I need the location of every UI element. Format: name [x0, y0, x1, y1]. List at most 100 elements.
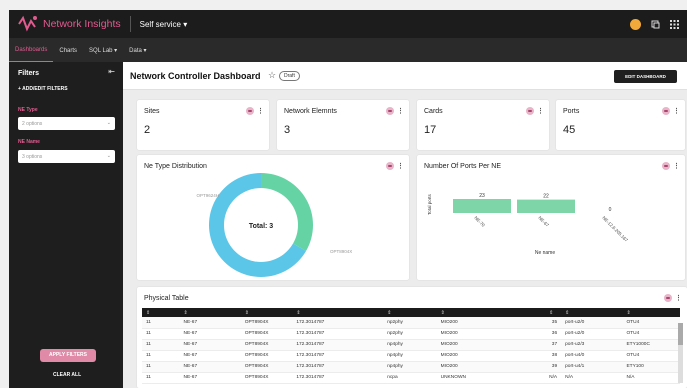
table-cell: 172.3014787 — [292, 328, 384, 340]
column-header-8[interactable]: ⇕ — [561, 308, 623, 317]
self-service-label: Self service — [139, 19, 181, 29]
table-cell: np4phy — [383, 339, 437, 351]
kpi-card-ports: Ports 45 ⋮ — [556, 100, 685, 150]
table-row[interactable]: 11 NE-67 OPT8904X 172.3014787 np2phy MIO200 36… — [142, 328, 680, 340]
table-cell: MIO200 — [436, 361, 546, 373]
kpi-title: Sites — [144, 108, 160, 115]
self-service-menu[interactable]: Self service ▾ — [140, 20, 188, 29]
tab-dashboards[interactable]: Dashboards — [9, 47, 54, 62]
table-row[interactable]: 11 NE-67 OPT8904X 172.3014787 np4phy MIO200 37… — [142, 339, 680, 351]
column-header-5[interactable]: ⇕ — [383, 308, 437, 317]
bar[interactable] — [453, 199, 511, 213]
table-row[interactable]: 11 NE-67 OPT8904X 172.3014787 np2phy MIO200 35… — [142, 317, 680, 329]
apps-grid-icon[interactable] — [670, 19, 679, 29]
table-cell: OTU4 — [622, 350, 680, 362]
dashboard-title: Network Controller Dashboard — [130, 71, 261, 81]
table-row[interactable]: 11 NE-67 OPT8904X 172.3014787 ncpa UNKNOWN N/A… — [142, 372, 680, 384]
more-options-icon[interactable]: ⋮ — [397, 107, 404, 115]
table-cell: ETY100 — [622, 361, 680, 373]
table-header-row: ⇕ ⇕ ⇕ ⇕ ⇕ ⇕ ⇕ ⇕ ⇕ — [142, 308, 680, 317]
y-axis-label: Total ports — [427, 193, 432, 215]
table-scrollbar-thumb[interactable] — [678, 323, 683, 345]
donut-slice-opt9624h[interactable] — [261, 173, 314, 251]
chart-action-icon[interactable] — [662, 107, 670, 115]
table-cell: NE-67 — [179, 328, 241, 340]
ne-name-select-placeholder: 3 options — [22, 154, 43, 160]
donut-slice-label: OPT9624H — [196, 193, 219, 198]
table-cell: N/A — [622, 372, 680, 384]
table-cell: np2phy — [383, 317, 437, 329]
table-cell: 11 — [142, 328, 180, 340]
table-cell: np2phy — [383, 328, 437, 340]
column-header-9[interactable]: ⇕ — [622, 308, 680, 317]
table-cell: 35 — [545, 317, 562, 329]
table-cell: MIO200 — [436, 350, 546, 362]
chart-action-icon[interactable] — [526, 107, 534, 115]
column-header-6[interactable]: ⇕ — [436, 308, 546, 317]
table-cell: N/A — [545, 372, 562, 384]
more-options-icon[interactable]: ⋮ — [675, 294, 682, 302]
network-insights-logo-icon[interactable] — [18, 15, 38, 33]
more-options-icon[interactable]: ⋮ — [257, 107, 264, 115]
bar-chart: Total ports 23 NE-70 22 NE-67 0 NE-12.6.205.16… — [427, 193, 629, 256]
notifications-icon[interactable] — [651, 20, 660, 29]
table-cell: 37 — [545, 339, 562, 351]
table-row[interactable]: 11 NE-67 OPT8904X 172.3014787 np4phy MIO200 38… — [142, 350, 680, 362]
ne-type-select[interactable]: 2 options ⌄ — [18, 117, 115, 130]
donut-chart: Total: 3 OPT9624H OPT8904X — [196, 173, 352, 277]
table-cell: port-u2/0 — [561, 317, 623, 329]
x-axis-label: Ne name — [535, 250, 556, 256]
column-header-3[interactable]: ⇕ — [240, 308, 293, 317]
favorite-star-icon[interactable]: ☆ — [268, 70, 276, 81]
column-header-1[interactable]: ⇕ — [142, 308, 180, 317]
tab-charts[interactable]: Charts — [53, 48, 83, 62]
draft-badge[interactable]: Draft — [279, 71, 300, 81]
bar[interactable] — [517, 199, 575, 213]
bar-value-label: 0 — [609, 207, 612, 213]
column-header-4[interactable]: ⇕ — [292, 308, 384, 317]
table-cell: port-u2/3 — [561, 339, 623, 351]
column-header-7[interactable]: ⇕ — [545, 308, 562, 317]
chart-action-icon[interactable] — [386, 107, 394, 115]
more-options-icon[interactable]: ⋮ — [537, 107, 544, 115]
table-cell: 172.3014787 — [292, 317, 384, 329]
table-scrollbar[interactable] — [678, 323, 683, 383]
bar-value-label: 23 — [479, 193, 485, 199]
ne-name-select[interactable]: 3 options ⌄ — [18, 150, 115, 163]
dashboard-header: Network Controller Dashboard ☆ Draft EDI… — [123, 62, 687, 90]
user-avatar[interactable] — [630, 18, 641, 30]
more-options-icon[interactable]: ⋮ — [673, 107, 680, 115]
filter-label-ne-type: NE Type — [18, 107, 38, 113]
table-row[interactable]: 11 NE-67 OPT8904X 172.3014787 np4phy MIO200 39… — [142, 361, 680, 373]
chevron-down-icon: ⌄ — [106, 153, 111, 159]
donut-slice-label: OPT8904X — [330, 249, 352, 254]
chart-action-icon[interactable] — [246, 107, 254, 115]
chart-action-icon[interactable] — [664, 294, 672, 302]
table-cell: port-u4/0 — [561, 350, 623, 362]
table-cell: OPT8904X — [240, 328, 293, 340]
table-cell: ETY1000C — [622, 339, 680, 351]
tab-data[interactable]: Data ▾ — [123, 47, 152, 62]
apply-filters-button[interactable]: APPLY FILTERS — [40, 349, 96, 362]
brand-title[interactable]: Network Insights — [43, 18, 121, 30]
ne-type-distribution-card: Ne Type Distribution ⋮ Total: 3 OPT9624H… — [137, 155, 409, 280]
collapse-sidebar-icon[interactable]: ⇤ — [108, 67, 115, 76]
table-cell: NE-67 — [179, 317, 241, 329]
clear-all-button[interactable]: CLEAR ALL — [53, 372, 81, 378]
table-cell: NE-67 — [179, 372, 241, 384]
add-edit-filters-button[interactable]: + ADD/EDIT FILTERS — [18, 86, 68, 92]
table-cell: OTU4 — [622, 328, 680, 340]
kpi-title: Ports — [563, 108, 580, 115]
table-cell: 172.3014787 — [292, 361, 384, 373]
edit-dashboard-button[interactable]: EDIT DASHBOARD — [614, 70, 677, 83]
table-cell: port-u2/0 — [561, 328, 623, 340]
table-cell: OPT8904X — [240, 361, 293, 373]
table-body: 11 NE-67 OPT8904X 172.3014787 np2phy MIO200 35… — [142, 317, 680, 384]
table-cell: 36 — [545, 328, 562, 340]
table-cell: OPT8904X — [240, 372, 293, 384]
filters-title: Filters — [18, 70, 40, 77]
tab-sql-lab[interactable]: SQL Lab ▾ — [83, 47, 123, 62]
table-cell: 39 — [545, 361, 562, 373]
column-header-2[interactable]: ⇕ — [179, 308, 241, 317]
table-cell: 11 — [142, 350, 180, 362]
